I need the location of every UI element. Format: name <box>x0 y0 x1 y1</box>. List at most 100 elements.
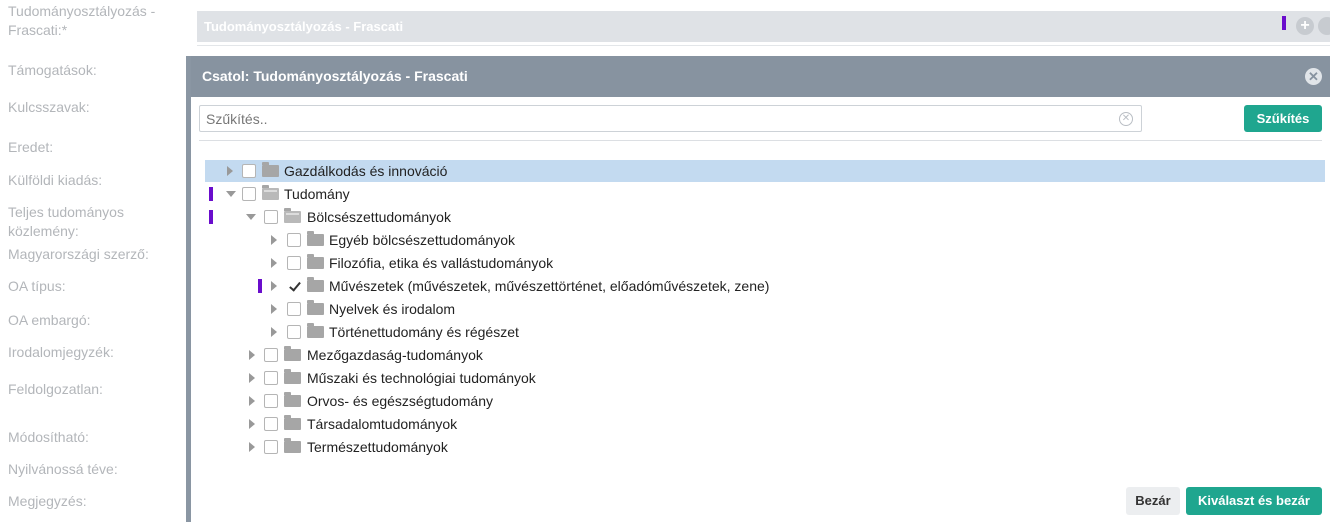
label-full-publication-line2: közlemény: <box>8 223 79 239</box>
expand-icon[interactable] <box>271 258 277 268</box>
change-marker <box>1282 16 1286 30</box>
expand-icon[interactable] <box>249 350 255 360</box>
checkbox[interactable] <box>264 394 278 408</box>
folder-icon <box>284 438 301 453</box>
required-mark: * <box>61 22 68 38</box>
label-origin: Eredet: <box>8 139 54 155</box>
classification-field[interactable]: Tudományosztályozás - Frascati <box>197 11 1330 42</box>
tree-item-orvos[interactable]: Orvos- és egészségtudomány <box>205 390 1325 412</box>
checkbox[interactable] <box>264 348 278 362</box>
expand-icon[interactable] <box>249 442 255 452</box>
label-foreign-publication: Külföldi kiadás: <box>8 172 103 188</box>
tree-item-label: Műszaki és technológiai tudományok <box>307 370 536 386</box>
dialog-title: Csatol: Tudományosztályozás - Frascati <box>202 68 468 84</box>
label-note: Megjegyzés: <box>8 493 87 509</box>
add-icon[interactable]: + <box>1296 17 1314 35</box>
checkbox[interactable] <box>287 325 301 339</box>
label-hungarian-author: Magyarországi szerző: <box>8 246 149 262</box>
checkbox[interactable] <box>287 256 301 270</box>
search-input[interactable] <box>200 106 1110 131</box>
label-classification-line2: Frascati:* <box>8 22 68 38</box>
label-oa-type: OA típus: <box>8 278 66 294</box>
folder-icon <box>307 254 324 269</box>
expand-icon[interactable] <box>249 373 255 383</box>
change-marker <box>258 279 262 293</box>
tree-item-gazdalkodas[interactable]: Gazdálkodás és innováció <box>205 160 1325 182</box>
dialog-header: Csatol: Tudományosztályozás - Frascati ✕ <box>191 56 1330 97</box>
folder-open-icon <box>284 208 301 223</box>
tree-item-label: Művészetek (művészetek, művészettörténet… <box>329 278 770 294</box>
expand-icon[interactable] <box>271 304 277 314</box>
folder-icon <box>307 323 324 338</box>
close-icon[interactable]: ✕ <box>1305 68 1322 85</box>
folder-open-icon <box>262 185 279 200</box>
folder-icon <box>284 346 301 361</box>
folder-icon <box>284 415 301 430</box>
expand-icon[interactable] <box>271 235 277 245</box>
tree-item-label: Természettudományok <box>307 439 448 455</box>
change-marker <box>209 210 213 224</box>
tree-item-tarsadalom[interactable]: Társadalomtudományok <box>205 413 1325 435</box>
folder-icon <box>307 300 324 315</box>
checkbox[interactable] <box>264 371 278 385</box>
expand-icon[interactable] <box>249 396 255 406</box>
folder-icon <box>262 162 279 177</box>
tree-item-tudomany[interactable]: Tudomány <box>205 183 1325 205</box>
expand-icon[interactable] <box>249 419 255 429</box>
label-keywords: Kulcsszavak: <box>8 99 90 115</box>
checkbox[interactable] <box>242 187 256 201</box>
expand-icon[interactable] <box>227 166 233 176</box>
tree-item-label: Nyelvek és irodalom <box>329 301 456 317</box>
field-divider <box>197 45 1330 46</box>
label-published: Nyilvánossá téve: <box>8 461 118 477</box>
folder-icon <box>284 392 301 407</box>
close-button[interactable]: Bezár <box>1126 487 1180 515</box>
tree-item-bolcseszet[interactable]: Bölcsészettudományok <box>205 206 1325 228</box>
checkbox[interactable] <box>287 233 301 247</box>
attach-dialog: Csatol: Tudományosztályozás - Frascati ✕… <box>186 56 1330 522</box>
tree-item-label: Történettudomány és régészet <box>329 324 519 340</box>
tree-item-egyeb-bolcseszet[interactable]: Egyéb bölcsészettudományok <box>205 229 1325 251</box>
label-unprocessed: Feldolgozatlan: <box>8 381 103 397</box>
remove-icon[interactable] <box>1318 17 1330 35</box>
classification-value: Tudományosztályozás - Frascati <box>204 19 404 34</box>
checkbox-checked[interactable] <box>287 279 301 293</box>
tree-item-label: Orvos- és egészségtudomány <box>307 393 493 409</box>
label-oa-embargo: OA embargó: <box>8 312 91 328</box>
checkbox[interactable] <box>264 417 278 431</box>
expand-icon[interactable] <box>271 281 277 291</box>
tree-item-label: Társadalomtudományok <box>307 416 458 432</box>
label-full-publication-line1: Teljes tudományos <box>8 204 124 220</box>
tree-item-label: Mezőgazdaság-tudományok <box>307 347 483 363</box>
clear-icon[interactable]: ✕ <box>1119 112 1133 126</box>
tree-item-muszaki[interactable]: Műszaki és technológiai tudományok <box>205 367 1325 389</box>
collapse-icon[interactable] <box>246 214 256 220</box>
checkbox[interactable] <box>242 164 256 178</box>
tree-item-label: Gazdálkodás és innováció <box>284 163 448 179</box>
label-editable: Módosítható: <box>8 429 89 445</box>
tree-item-filozofia[interactable]: Filozófia, etika és vallástudományok <box>205 252 1325 274</box>
tree-item-mezogazdasag[interactable]: Mezőgazdaság-tudományok <box>205 344 1325 366</box>
tree-item-muveszetek[interactable]: Művészetek (művészetek, művészettörténet… <box>205 275 1325 297</box>
change-marker <box>209 187 213 201</box>
form-labels: Tudományosztályozás - Frascati:* Támogat… <box>0 0 186 522</box>
label-bibliography: Irodalomjegyzék: <box>8 344 114 360</box>
checkbox[interactable] <box>264 210 278 224</box>
folder-icon <box>284 369 301 384</box>
search-field[interactable]: ✕ <box>199 105 1142 132</box>
collapse-icon[interactable] <box>226 191 236 197</box>
folder-icon <box>307 231 324 246</box>
label-grants: Támogatások: <box>8 62 97 78</box>
folder-icon <box>307 277 324 292</box>
divider <box>199 140 1322 141</box>
expand-icon[interactable] <box>271 327 277 337</box>
tree-item-label: Tudomány <box>284 186 350 202</box>
tree-item-nyelvek[interactable]: Nyelvek és irodalom <box>205 298 1325 320</box>
select-and-close-button[interactable]: Kiválaszt és bezár <box>1186 487 1322 515</box>
tree-item-label: Filozófia, etika és vallástudományok <box>329 255 554 271</box>
checkbox[interactable] <box>264 440 278 454</box>
tree-item-termeszet[interactable]: Természettudományok <box>205 436 1325 458</box>
tree-item-tortenet[interactable]: Történettudomány és régészet <box>205 321 1325 343</box>
filter-button[interactable]: Szűkítés <box>1244 105 1322 132</box>
checkbox[interactable] <box>287 302 301 316</box>
